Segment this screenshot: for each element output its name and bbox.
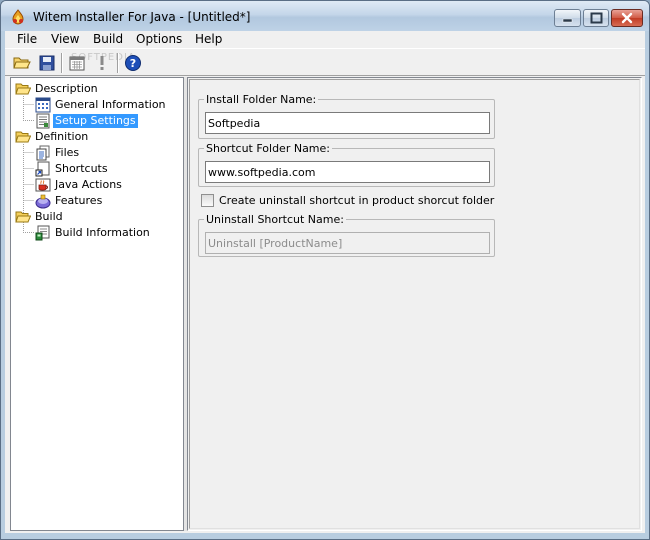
files-icon — [36, 145, 50, 161]
shortcut-icon — [35, 161, 50, 177]
exclamation-icon[interactable] — [93, 54, 111, 72]
uninstall-shortcut-input — [205, 232, 490, 254]
menu-help[interactable]: Help — [195, 32, 222, 46]
toolbar-separator — [61, 53, 63, 73]
menu-file[interactable]: File — [17, 32, 37, 46]
build-info-icon — [35, 225, 50, 241]
settings-panel: Install Folder Name: Shortcut Folder Nam… — [187, 77, 642, 531]
menu-view[interactable]: View — [51, 32, 79, 46]
java-cup-icon — [35, 178, 51, 192]
tree-node-label: Build — [35, 210, 63, 223]
install-folder-group: Install Folder Name: — [198, 93, 495, 139]
folder-open-icon — [15, 131, 31, 143]
shortcut-folder-input[interactable] — [205, 161, 490, 183]
settings-page-icon — [36, 113, 50, 129]
minimize-button[interactable] — [554, 9, 581, 27]
folder-open-icon — [15, 83, 31, 95]
open-folder-icon[interactable] — [13, 54, 31, 72]
tree-node-label: Setup Settings — [53, 114, 138, 128]
minimize-icon — [562, 18, 573, 23]
install-folder-label: Install Folder Name: — [204, 93, 319, 106]
install-folder-input[interactable] — [205, 112, 490, 134]
maximize-icon — [590, 12, 603, 24]
window-title: Witem Installer For Java - [Untitled*] — [33, 10, 251, 24]
uninstall-shortcut-group: Uninstall Shortcut Name: — [198, 213, 495, 257]
tree-node-label: Description — [35, 82, 98, 95]
client-area: Description General Information Setup Se… — [5, 76, 645, 533]
grid-icon — [35, 97, 51, 113]
folder-open-icon — [15, 211, 31, 223]
create-uninstall-label[interactable]: Create uninstall shortcut in product sho… — [219, 194, 494, 207]
tree-node-label: Features — [55, 194, 103, 207]
navigation-tree[interactable]: Description General Information Setup Se… — [10, 77, 184, 531]
tree-node-label: General Information — [55, 98, 166, 111]
tree-node-label: Files — [55, 146, 80, 159]
title-bar[interactable]: Witem Installer For Java - [Untitled*] — [1, 1, 649, 31]
features-icon — [35, 194, 51, 209]
flame-app-icon — [12, 9, 24, 25]
shortcut-folder-label: Shortcut Folder Name: — [204, 142, 332, 155]
menu-build[interactable]: Build — [93, 32, 123, 46]
menu-bar: File View Build Options Help — [5, 31, 645, 48]
svg-text:?: ? — [130, 57, 136, 70]
close-icon — [621, 12, 633, 24]
maximize-button[interactable] — [583, 9, 609, 27]
uninstall-shortcut-label: Uninstall Shortcut Name: — [204, 213, 346, 226]
tree-node-label: Definition — [35, 130, 89, 143]
settings-panel-inner: Install Folder Name: Shortcut Folder Nam… — [189, 79, 640, 529]
save-disk-icon[interactable] — [38, 54, 56, 72]
toolbar: SOFTPEDIA ? — [5, 48, 645, 76]
create-uninstall-checkbox[interactable] — [201, 194, 214, 207]
menu-options[interactable]: Options — [136, 32, 182, 46]
tree-node-label: Shortcuts — [55, 162, 108, 175]
tree-node-label: Java Actions — [55, 178, 122, 191]
close-button[interactable] — [611, 9, 643, 27]
tree-node-label: Build Information — [55, 226, 150, 239]
shortcut-folder-group: Shortcut Folder Name: — [198, 142, 495, 187]
calendar-icon[interactable] — [68, 54, 86, 72]
help-icon[interactable]: ? — [124, 54, 142, 72]
toolbar-separator — [117, 53, 119, 73]
app-window: Witem Installer For Java - [Untitled*] F… — [0, 0, 650, 540]
